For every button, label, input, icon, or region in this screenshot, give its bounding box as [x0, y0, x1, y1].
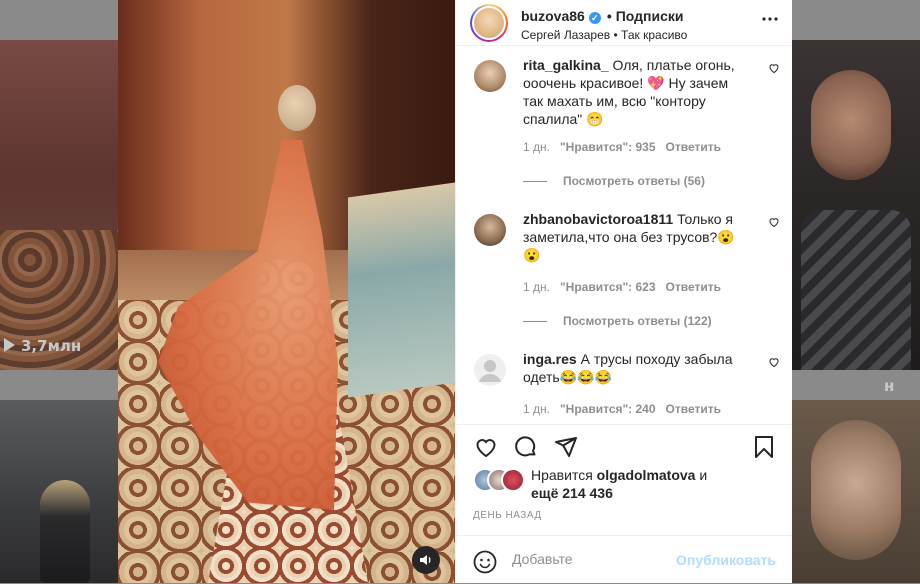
replies-divider — [523, 181, 547, 183]
sound-toggle-button[interactable] — [412, 546, 440, 574]
comment-time[interactable]: 1 дн. — [523, 280, 550, 294]
comment-bubble-icon — [515, 436, 536, 457]
save-button[interactable] — [752, 435, 776, 464]
thumbnail-face — [811, 420, 901, 560]
comment-text: zhbanobavictoroa1811 Только я заметила,ч… — [523, 210, 748, 264]
comment-meta: 1 дн. "Нравится": 935 Ответить — [523, 140, 731, 154]
feed-thumbnail-top-right: н — [791, 40, 920, 395]
avatar[interactable] — [470, 4, 508, 42]
add-comment-bar: Опубликовать — [456, 535, 792, 584]
post-video[interactable] — [118, 0, 455, 583]
likes-text: Нравится olgadolmatova и ещё 214 436 — [531, 466, 781, 502]
bookmark-icon — [755, 436, 773, 458]
view-replies-label: Посмотреть ответы (56) — [563, 174, 705, 188]
view-replies-label: Посмотреть ответы (122) — [563, 314, 712, 328]
replies-divider — [523, 321, 547, 323]
reply-button[interactable]: Ответить — [666, 280, 721, 294]
view-count-label: 3,7млн — [21, 337, 82, 355]
commenter-avatar[interactable] — [474, 354, 506, 386]
video-scene-head — [278, 85, 316, 131]
comments-list[interactable]: rita_galkina_ Оля, платье огонь, ооочень… — [456, 46, 792, 420]
emoji-button[interactable] — [473, 550, 497, 579]
avatar-image — [474, 8, 504, 38]
follow-button[interactable]: Подписки — [616, 8, 684, 24]
separator-dot: • — [606, 8, 612, 24]
commenter-avatar[interactable] — [474, 60, 506, 92]
comment-text: rita_galkina_ Оля, платье огонь, ооочень… — [523, 56, 748, 128]
reply-button[interactable]: Ответить — [666, 402, 721, 416]
audio-artist-link[interactable]: Сергей Лазарев — [521, 28, 610, 42]
post-header: buzova86 ✓ • Подписки Сергей Лазарев • Так … — [456, 0, 792, 46]
more-options-button[interactable] — [762, 10, 778, 33]
feed-thumbnail-bottom-left — [0, 400, 118, 583]
feed-thumbnail-bottom-right — [791, 400, 920, 583]
comment-input[interactable] — [512, 551, 662, 567]
heart-icon — [769, 358, 779, 368]
comment-time[interactable]: 1 дн. — [523, 140, 550, 154]
comment-button[interactable] — [513, 435, 539, 464]
post-panel: buzova86 ✓ • Подписки Сергей Лазарев • Так … — [455, 0, 792, 583]
heart-icon — [476, 439, 496, 458]
comment-likes[interactable]: "Нравится": 935 — [560, 140, 656, 154]
post-actions-bar — [456, 424, 792, 469]
post-date[interactable]: ДЕНЬ НАЗАД — [473, 510, 542, 521]
like-comment-button[interactable] — [768, 62, 780, 77]
comment-text: inga.res А трусы походу забыла одеть😂😂😂 — [523, 350, 748, 386]
separator-dot: • — [613, 28, 618, 42]
liker-username[interactable]: olgadolmatova — [597, 467, 696, 483]
thumbnail-face — [811, 70, 891, 180]
verified-icon: ✓ — [588, 12, 601, 24]
heart-icon — [769, 218, 779, 228]
header-user: buzova86 ✓ • Подписки — [521, 8, 684, 24]
play-icon — [4, 338, 15, 352]
liker-avatar[interactable] — [501, 468, 525, 492]
more-horizontal-icon — [762, 17, 778, 21]
comment-meta: 1 дн. "Нравится": 623 Ответить — [523, 280, 731, 294]
feed-thumbnail-top-left: 3,7млн — [0, 40, 118, 370]
likes-prefix: Нравится — [531, 467, 593, 483]
heart-icon — [769, 64, 779, 74]
paper-plane-icon — [555, 437, 577, 457]
like-comment-button[interactable] — [768, 356, 780, 371]
thumbnail-body — [801, 210, 911, 370]
likes-count-button[interactable]: ещё 214 436 — [531, 485, 613, 501]
comment-likes[interactable]: "Нравится": 623 — [560, 280, 656, 294]
comment-username[interactable]: zhbanobavictoroa1811 — [523, 211, 673, 227]
view-replies-button[interactable]: Посмотреть ответы (56) — [523, 174, 705, 188]
commenter-avatar[interactable] — [474, 214, 506, 246]
like-comment-button[interactable] — [768, 216, 780, 231]
video-scene-counter — [348, 182, 455, 398]
default-avatar-icon — [479, 360, 501, 382]
view-count: 3,7млн — [4, 337, 81, 355]
reply-button[interactable]: Ответить — [666, 140, 721, 154]
comment-likes[interactable]: "Нравится": 240 — [560, 402, 656, 416]
publish-button[interactable]: Опубликовать — [676, 552, 776, 568]
share-button[interactable] — [553, 435, 579, 464]
comment-username[interactable]: rita_galkina_ — [523, 57, 609, 73]
thumbnail-figure — [40, 480, 90, 583]
view-replies-button[interactable]: Посмотреть ответы (122) — [523, 314, 712, 328]
smiley-icon — [473, 550, 497, 574]
comment-time[interactable]: 1 дн. — [523, 402, 550, 416]
speaker-icon — [420, 555, 431, 565]
username-link[interactable]: buzova86 — [521, 8, 585, 24]
comment-username[interactable]: inga.res — [523, 351, 577, 367]
likes-and: и — [699, 467, 708, 483]
audio-attribution: Сергей Лазарев • Так красиво — [521, 28, 687, 42]
like-button[interactable] — [473, 435, 499, 464]
comment-meta: 1 дн. "Нравится": 240 Ответить — [523, 402, 731, 416]
audio-title-link[interactable]: Так красиво — [621, 28, 687, 42]
view-count-right: н — [884, 377, 895, 395]
